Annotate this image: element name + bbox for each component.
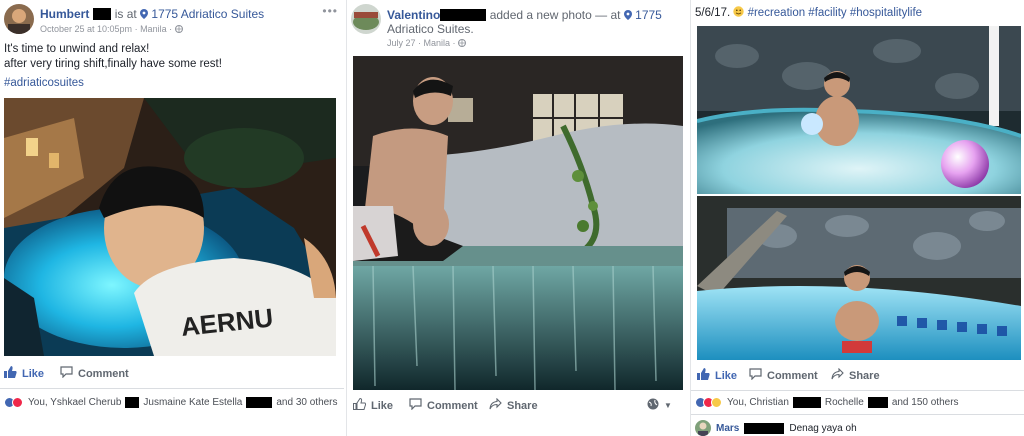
post-photo-bottom[interactable] [697, 196, 1021, 360]
globe-icon [647, 398, 659, 413]
emoji-icon [733, 6, 745, 19]
redacted-name [744, 422, 785, 434]
love-reaction-icon [12, 397, 23, 408]
like-label: Like [22, 367, 45, 380]
reaction-icons [695, 397, 722, 408]
post-meta: October 25 at 10:05pm · Manila · [40, 24, 183, 34]
post-humbert: Humbert is at 1775 Adriatico Suites Octo… [0, 0, 344, 436]
like-button[interactable]: Like [353, 397, 394, 413]
author-line: Humbert is at 1775 Adriatico Suites [40, 7, 264, 21]
globe-icon [174, 24, 183, 34]
comment-label: Comment [767, 369, 818, 382]
reactions-names: You, Christian [727, 397, 789, 408]
like-button[interactable]: Like [4, 366, 44, 381]
post-photo[interactable]: AERNU [4, 98, 336, 356]
comment-label: Comment [427, 399, 478, 412]
place-link[interactable]: 1775 [635, 8, 662, 22]
place-link[interactable]: 1775 Adriatico Suites [151, 7, 264, 21]
post-location[interactable]: Manila [424, 38, 451, 48]
post-photo-top[interactable] [697, 26, 1021, 194]
redacted-name [125, 397, 140, 408]
post-meta: July 27 · Manila · [387, 38, 467, 48]
post-location[interactable]: Manila [140, 24, 167, 34]
post-text-line: It's time to unwind and relax! [4, 43, 150, 55]
author-line: Valentino added a new photo — at 1775 [387, 8, 662, 22]
reactions-summary[interactable]: You, Christian Rochelle and 150 others [695, 397, 1020, 408]
redacted-name [792, 397, 821, 408]
post-date[interactable]: July 27 [387, 38, 416, 48]
comment-text: Denag yaya oh [789, 422, 857, 434]
is-at-text: is at [114, 7, 137, 21]
more-options-icon[interactable]: ••• [322, 4, 338, 18]
avatar[interactable] [4, 4, 34, 34]
reaction-icons [4, 397, 23, 408]
reactions-others: and 150 others [891, 397, 959, 408]
author-name[interactable]: Valentino [387, 8, 440, 22]
like-thumb-icon [697, 368, 710, 383]
post-date-text: 5/6/17. [695, 7, 731, 19]
like-label: Like [715, 369, 738, 382]
post-text-line: after very tiring shift,finally have som… [4, 58, 222, 70]
share-label: Share [849, 369, 880, 382]
post-header: Valentino added a new photo — at 1775 Ad… [351, 4, 682, 48]
post-actions: Like Comment Share ▼ [347, 392, 686, 418]
share-button[interactable]: Share [831, 367, 880, 383]
redacted-name [246, 397, 273, 408]
comment-bubble-icon [60, 366, 73, 381]
divider [0, 388, 344, 389]
comment-bubble-icon [749, 368, 762, 383]
place-link[interactable]: Adriatico Suites. [387, 22, 474, 36]
location-pin-icon [623, 8, 632, 22]
reactions-names: You, Yshkael Cherub [28, 397, 122, 408]
comment-button[interactable]: Comment [749, 368, 818, 383]
hashtag-links[interactable]: #recreation #facility #hospitalitylife [748, 7, 923, 19]
redacted-name [440, 9, 487, 21]
globe-icon [458, 38, 467, 48]
post-recreation: 5/6/17. #recreation #facility #hospitali… [690, 0, 1024, 436]
post-actions: Like Comment [0, 360, 344, 386]
wow-reaction-icon [711, 397, 722, 408]
reactions-names: Rochelle [824, 397, 864, 408]
redacted-name [867, 397, 888, 408]
reactions-summary[interactable]: You, Yshkael Cherub Jusmaine Kate Estell… [4, 397, 340, 408]
location-pin-icon [140, 7, 151, 21]
post-date[interactable]: October 25 at 10:05pm [40, 24, 132, 34]
share-label: Share [507, 399, 538, 412]
like-button[interactable]: Like [697, 368, 737, 383]
post-text: It's time to unwind and relax! after ver… [4, 42, 222, 91]
chevron-down-icon: ▼ [664, 401, 672, 410]
divider [691, 390, 1024, 391]
author-name[interactable]: Humbert [40, 7, 89, 21]
commenter-name[interactable]: Mars [716, 423, 739, 434]
hashtag-link[interactable]: #adriaticosuites [4, 76, 222, 91]
comment-button[interactable]: Comment [60, 366, 129, 381]
like-thumb-icon [4, 366, 17, 381]
like-label: Like [371, 399, 394, 412]
activity-text: added a new photo — at [489, 8, 621, 22]
audience-selector[interactable]: ▼ [647, 398, 672, 413]
comment-item: Mars Denag yaya oh [695, 420, 1020, 436]
post-header: Humbert is at 1775 Adriatico Suites Octo… [4, 4, 340, 40]
post-photo[interactable] [353, 56, 683, 390]
post-valentino: Valentino added a new photo — at 1775 Ad… [346, 0, 686, 436]
post-actions: Like Comment Share [691, 362, 1024, 388]
comment-button[interactable]: Comment [409, 398, 478, 413]
comment-bubble-icon [409, 398, 422, 413]
share-arrow-icon [489, 397, 502, 413]
share-arrow-icon [831, 367, 844, 383]
like-thumb-icon [353, 397, 367, 413]
reactions-others: and 30 others [276, 397, 338, 408]
avatar[interactable] [351, 4, 381, 34]
share-button[interactable]: Share [489, 397, 538, 413]
commenter-avatar[interactable] [695, 420, 711, 436]
divider [691, 414, 1024, 415]
comment-label: Comment [78, 367, 129, 380]
reactions-names: Jusmaine Kate Estella [143, 397, 243, 408]
post-text: 5/6/17. #recreation #facility #hospitali… [695, 6, 922, 21]
redacted-name [93, 8, 112, 20]
